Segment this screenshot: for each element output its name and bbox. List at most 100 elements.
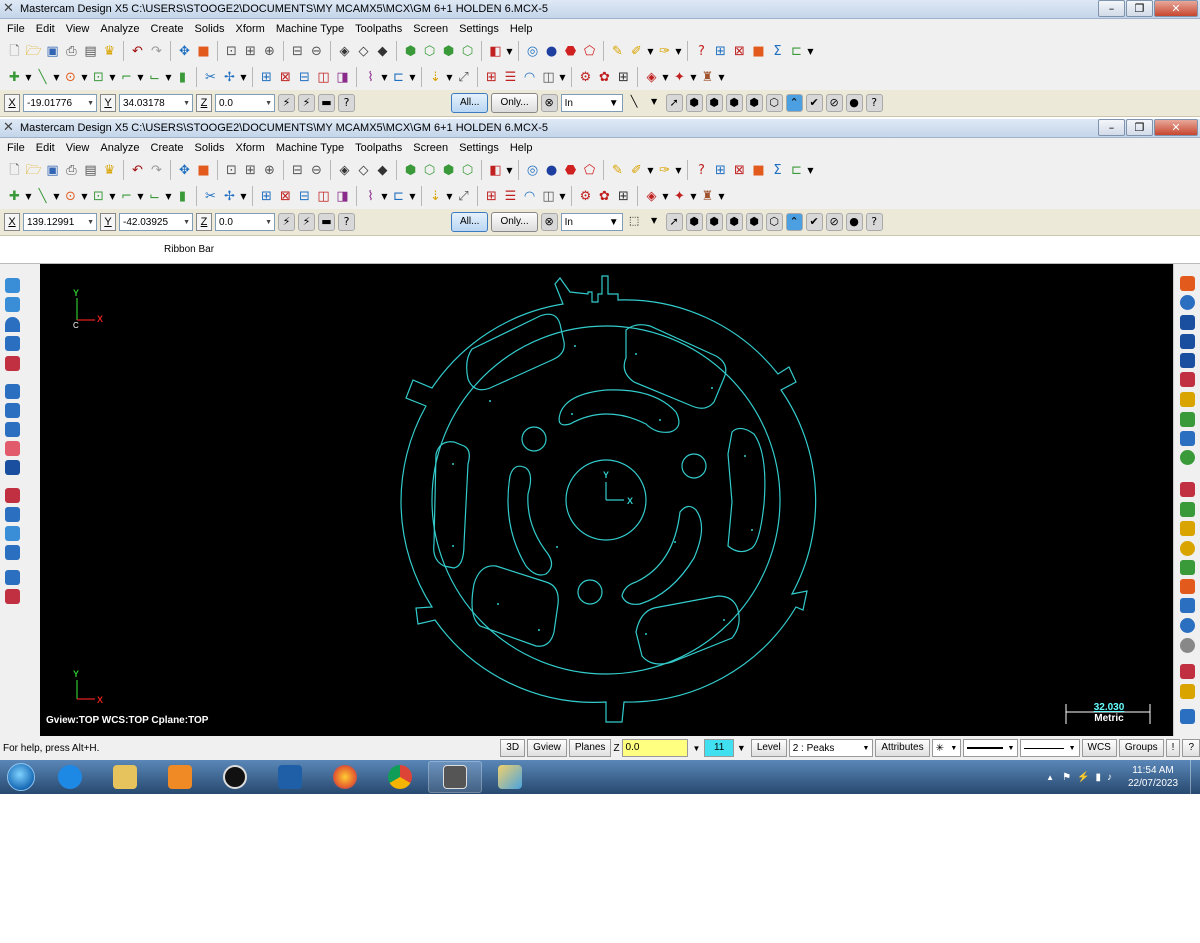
chevron-down-icon[interactable]: ▼ [25,69,32,86]
open-folder-icon[interactable]: 🗁 [25,43,42,60]
car-icon[interactable] [1180,482,1195,497]
xform-scale-icon[interactable]: ◫ [315,188,332,205]
list-icon[interactable]: ☰ [502,69,519,86]
chevron-down-icon[interactable]: ▼ [109,188,116,205]
window-select-icon[interactable]: ⬢ [705,213,723,231]
point-icon[interactable]: ✚ [6,69,23,86]
chevron-down-icon[interactable]: ▼ [381,69,388,86]
undo-icon[interactable]: ↶ [129,43,146,60]
point-icon[interactable]: ✚ [6,188,23,205]
shading-icon[interactable]: ⬣ [562,162,579,179]
chevron-down-icon[interactable]: ▼ [87,100,94,107]
pencil-icon[interactable] [1180,392,1195,407]
chevron-down-icon[interactable]: ▼ [718,69,725,86]
z-depth-field[interactable]: 0.0 [621,739,689,757]
open-folder-icon[interactable]: 🗁 [25,162,42,179]
color-field[interactable]: 11 [704,739,734,757]
post-icon[interactable]: ⊞ [615,69,632,86]
chevron-down-icon[interactable]: ▼ [506,43,513,60]
x-coord-field[interactable]: -19.01776 ▼ [23,94,97,112]
pencil-icon[interactable]: ✎ [609,162,626,179]
layers-icon[interactable] [5,545,20,560]
line-icon[interactable]: ╲ [34,69,51,86]
new-file-icon[interactable]: 🗋 [6,162,23,179]
tool-change-icon[interactable] [1180,431,1195,446]
repaint-icon[interactable]: ■ [195,43,212,60]
flag-icon[interactable]: ⚑ [1062,772,1071,783]
menu-file[interactable]: File [2,142,31,154]
wire-cube-icon[interactable]: ⬡ [421,162,438,179]
arrow-down-icon[interactable] [5,336,20,351]
shell-icon[interactable] [5,460,20,475]
verify-selection-icon[interactable]: ⌃ [785,94,803,112]
layer-icon[interactable]: ▬ [318,213,335,231]
rectangle-draw-icon[interactable] [1180,579,1195,594]
pocket-icon[interactable]: ◫ [540,69,557,86]
loft-icon[interactable] [5,422,20,437]
fillet-icon[interactable]: ⌐ [118,69,135,86]
select-all-ops-icon[interactable]: ◈ [643,188,660,205]
chevron-down-icon[interactable]: ▼ [1069,745,1076,752]
break-icon[interactable]: ✢ [221,69,238,86]
clear-selection-icon[interactable]: ⊘ [825,213,843,231]
pointer-icon[interactable]: ➚ [665,94,683,112]
menu-screen[interactable]: Screen [408,142,454,154]
no-entry-icon[interactable] [1180,638,1195,653]
grid-icon[interactable]: ⊞ [712,162,729,179]
menu-screen[interactable]: Screen [408,23,454,35]
verify-selection-icon[interactable]: ⌃ [785,213,803,231]
menu-help[interactable]: Help [505,142,539,154]
backplot-icon[interactable]: ⚙ [577,69,594,86]
contour-icon[interactable]: ◠ [521,69,538,86]
select-only-button[interactable]: Only... [491,212,538,232]
extrude-icon[interactable] [5,384,20,399]
transform-icon[interactable]: ⊠ [731,43,748,60]
select-line-icon[interactable]: ╲ [626,94,643,112]
menu-edit[interactable]: Edit [31,23,61,35]
x-coord-label[interactable]: X [4,213,20,231]
chevron-down-icon[interactable]: ▼ [53,188,60,205]
properties-icon[interactable]: ♛ [101,43,118,60]
hp-button[interactable] [208,761,262,793]
new-file-icon[interactable]: 🗋 [6,43,23,60]
menu-file[interactable]: File [2,23,31,35]
solid-extrude-icon[interactable]: ▮ [174,188,191,205]
zoom-window-icon[interactable]: ⊞ [242,162,259,179]
sphere-icon[interactable]: ● [543,162,560,179]
area-select-icon[interactable]: ⬡ [765,94,783,112]
xform-rotate-icon[interactable]: ⊟ [296,188,313,205]
print-preview-icon[interactable]: ▤ [82,162,99,179]
zoom-prev-icon[interactable]: ⊟ [289,162,306,179]
view-side-icon[interactable]: ◆ [374,162,391,179]
autocursor-icon[interactable]: ⚡ [298,94,315,112]
chevron-down-icon[interactable]: ▼ [446,188,453,205]
zoom-out-icon[interactable]: ⊖ [308,43,325,60]
select-only-button[interactable]: Only... [491,93,538,113]
media-player-button[interactable] [153,761,207,793]
info-button[interactable]: ! [1165,739,1181,757]
selection-mode-select[interactable]: In ▼ [560,94,623,112]
zoom-in-icon[interactable]: ⊕ [261,43,278,60]
show-desktop-button[interactable] [1190,760,1200,794]
regenerate-icon[interactable]: ✦ [671,188,688,205]
chevron-down-icon[interactable]: ▼ [81,188,88,205]
vector-select-icon[interactable]: ⬢ [745,94,763,112]
title-bar[interactable]: ✕ Mastercam Design X5 C:\USERS\STOOGE2\D… [0,119,1200,138]
end-selection-icon[interactable]: ● [845,94,863,112]
y-coord-label[interactable]: Y [100,94,116,112]
restore-button[interactable]: ❐ [1126,0,1153,17]
menu-view[interactable]: View [61,142,96,154]
sigma-icon[interactable]: Σ [769,162,786,179]
iso-cube-icon[interactable]: ⬢ [440,162,457,179]
task-app-button[interactable] [263,761,317,793]
close-button[interactable]: ✕ [1154,0,1198,17]
level-button[interactable]: Level [750,739,787,757]
chevron-down-icon[interactable]: ▼ [381,188,388,205]
chevron-down-icon[interactable]: ▼ [87,219,94,226]
xform-offset-icon[interactable]: ◨ [334,69,351,86]
volume-icon[interactable]: ♪ [1107,772,1112,783]
menu-analyze[interactable]: Analyze [95,23,145,35]
chevron-down-icon[interactable]: ▼ [662,69,669,86]
note-icon[interactable]: ⊏ [390,69,407,86]
chevron-down-icon[interactable]: ▼ [165,69,172,86]
